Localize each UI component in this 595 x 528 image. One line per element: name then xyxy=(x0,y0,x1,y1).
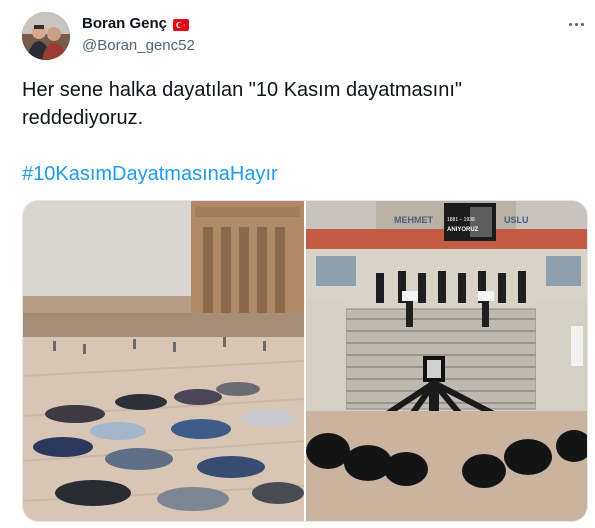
display-name-row: Boran Genç xyxy=(82,15,190,32)
avatar[interactable] xyxy=(22,12,70,60)
turkey-flag-icon xyxy=(173,18,190,31)
school-sign: MEHMET xyxy=(394,215,433,225)
hashtag-link[interactable]: #10KasımDayatmasınaHayır xyxy=(22,160,278,188)
school-sign-2: USLU xyxy=(504,215,529,225)
banner-caption: ANIYORUZ xyxy=(447,227,479,233)
media-grid: MEHMET USLU 1881 – 1938 ANIYORUZ xyxy=(22,200,588,522)
tweet-text-line: Her sene halka dayatılan "10 Kasım dayat… xyxy=(22,79,462,101)
avatar-image xyxy=(22,12,70,60)
tweet-text-line: reddediyoruz. xyxy=(22,107,144,129)
tweet-text: Her sene halka dayatılan "10 Kasım dayat… xyxy=(22,76,582,132)
display-name[interactable]: Boran Genç xyxy=(82,15,167,32)
photo-school-ceremony[interactable]: MEHMET USLU 1881 – 1938 ANIYORUZ xyxy=(306,201,587,521)
handle[interactable]: @Boran_genc52 xyxy=(82,37,195,54)
photo-mausoleum[interactable] xyxy=(23,201,304,521)
more-icon[interactable] xyxy=(565,15,587,33)
banner-years: 1881 – 1938 xyxy=(447,217,475,223)
